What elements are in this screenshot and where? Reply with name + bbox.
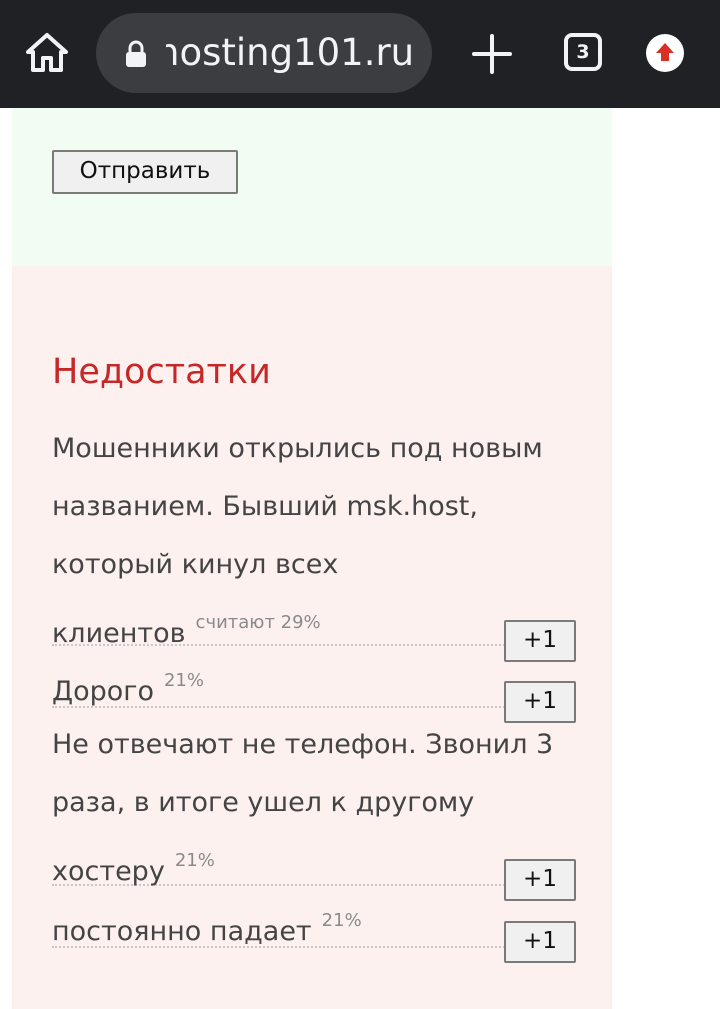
cons-item-percent: 21% bbox=[321, 910, 362, 931]
cons-item: Дорого 21% +1 bbox=[52, 652, 576, 723]
cons-item-text: постоянно падает bbox=[52, 916, 312, 947]
cons-panel: Недостатки Мошенники открылись под новым… bbox=[12, 266, 612, 1009]
cons-item: Мошенники открылись под новым названием.… bbox=[52, 420, 576, 662]
cons-item: Не отвечают не телефон. Звонил 3 раза, в… bbox=[52, 716, 576, 901]
cons-title: Недостатки bbox=[52, 352, 271, 392]
cons-item-text: Дорого bbox=[52, 676, 154, 707]
cons-item-percent: 21% bbox=[163, 670, 204, 691]
url-text: hosting101.ru bbox=[166, 31, 415, 74]
cons-item-text: Не отвечают не телефон. Звонил 3 раза, в… bbox=[52, 729, 554, 887]
home-icon[interactable] bbox=[24, 30, 70, 76]
lock-icon bbox=[126, 40, 146, 67]
browser-toolbar: hosting101.ru 3 bbox=[0, 0, 720, 108]
address-bar[interactable]: hosting101.ru bbox=[96, 13, 432, 93]
submit-button[interactable]: Отправить bbox=[52, 150, 238, 194]
cons-item-percent: считают 29% bbox=[195, 612, 321, 633]
plus-icon[interactable] bbox=[470, 32, 514, 76]
update-icon[interactable] bbox=[646, 34, 684, 72]
vote-button[interactable]: +1 bbox=[504, 921, 576, 963]
cons-item: постоянно падает 21% +1 bbox=[52, 892, 576, 963]
review-form-panel: Отправить bbox=[12, 108, 612, 266]
cons-item-percent: 21% bbox=[174, 850, 215, 871]
tabs-icon[interactable]: 3 bbox=[564, 33, 602, 71]
